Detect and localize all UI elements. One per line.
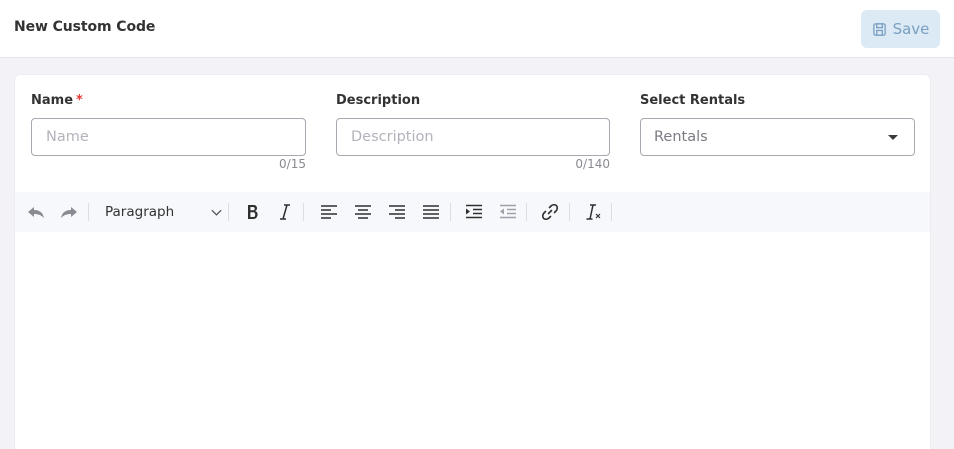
align-justify-button[interactable] (418, 200, 444, 224)
rich-text-editor-area[interactable] (15, 232, 930, 449)
toolbar-divider (88, 203, 89, 221)
floppy-disk-icon (872, 22, 886, 36)
toolbar-divider (228, 203, 229, 221)
save-button[interactable]: Save (861, 10, 940, 48)
outdent-icon (500, 204, 516, 219)
name-label-text: Name (31, 93, 74, 108)
link-button[interactable] (537, 200, 563, 224)
description-label: Description (336, 93, 421, 108)
rentals-select[interactable]: Rentals (640, 118, 915, 156)
align-justify-icon (423, 205, 439, 219)
toolbar-divider (611, 203, 612, 221)
undo-icon (28, 207, 44, 218)
align-center-button[interactable] (350, 200, 376, 224)
save-button-label: Save (892, 20, 930, 38)
bold-button[interactable] (239, 200, 265, 224)
caret-down-icon (888, 135, 898, 140)
undo-button[interactable] (23, 200, 49, 224)
description-char-counter: 0/140 (575, 157, 610, 171)
select-rentals-label: Select Rentals (640, 93, 746, 108)
rentals-select-value: Rentals (654, 129, 708, 145)
name-input[interactable] (31, 118, 306, 156)
clear-formatting-button[interactable] (580, 200, 606, 224)
indent-button[interactable] (461, 200, 487, 224)
italic-icon (280, 204, 290, 220)
toolbar-divider (303, 203, 304, 221)
page-title: New Custom Code (14, 19, 156, 35)
align-left-button[interactable] (316, 200, 342, 224)
italic-button[interactable] (272, 200, 298, 224)
outdent-button[interactable] (495, 200, 521, 224)
redo-button[interactable] (56, 200, 82, 224)
block-format-select[interactable]: Paragraph (97, 200, 225, 224)
redo-icon (61, 207, 77, 218)
align-left-icon (321, 205, 337, 219)
custom-code-form-card: Name* 0/15 Description 0/140 Select Rent… (14, 74, 931, 449)
chevron-down-icon (211, 209, 222, 216)
name-label: Name * (31, 93, 83, 108)
editor-toolbar: Paragraph (15, 192, 930, 232)
toolbar-divider (526, 203, 527, 221)
align-right-button[interactable] (384, 200, 410, 224)
link-icon (541, 203, 559, 221)
description-input[interactable] (336, 118, 610, 156)
toolbar-divider (569, 203, 570, 221)
align-center-icon (355, 205, 371, 219)
bold-icon (248, 205, 258, 219)
clear-formatting-icon (586, 204, 601, 220)
toolbar-divider (450, 203, 451, 221)
block-format-value: Paragraph (105, 204, 175, 220)
name-char-counter: 0/15 (279, 157, 306, 171)
top-bar: New Custom Code Save (0, 0, 954, 58)
indent-icon (466, 204, 482, 219)
required-mark: * (76, 93, 83, 108)
align-right-icon (389, 205, 405, 219)
